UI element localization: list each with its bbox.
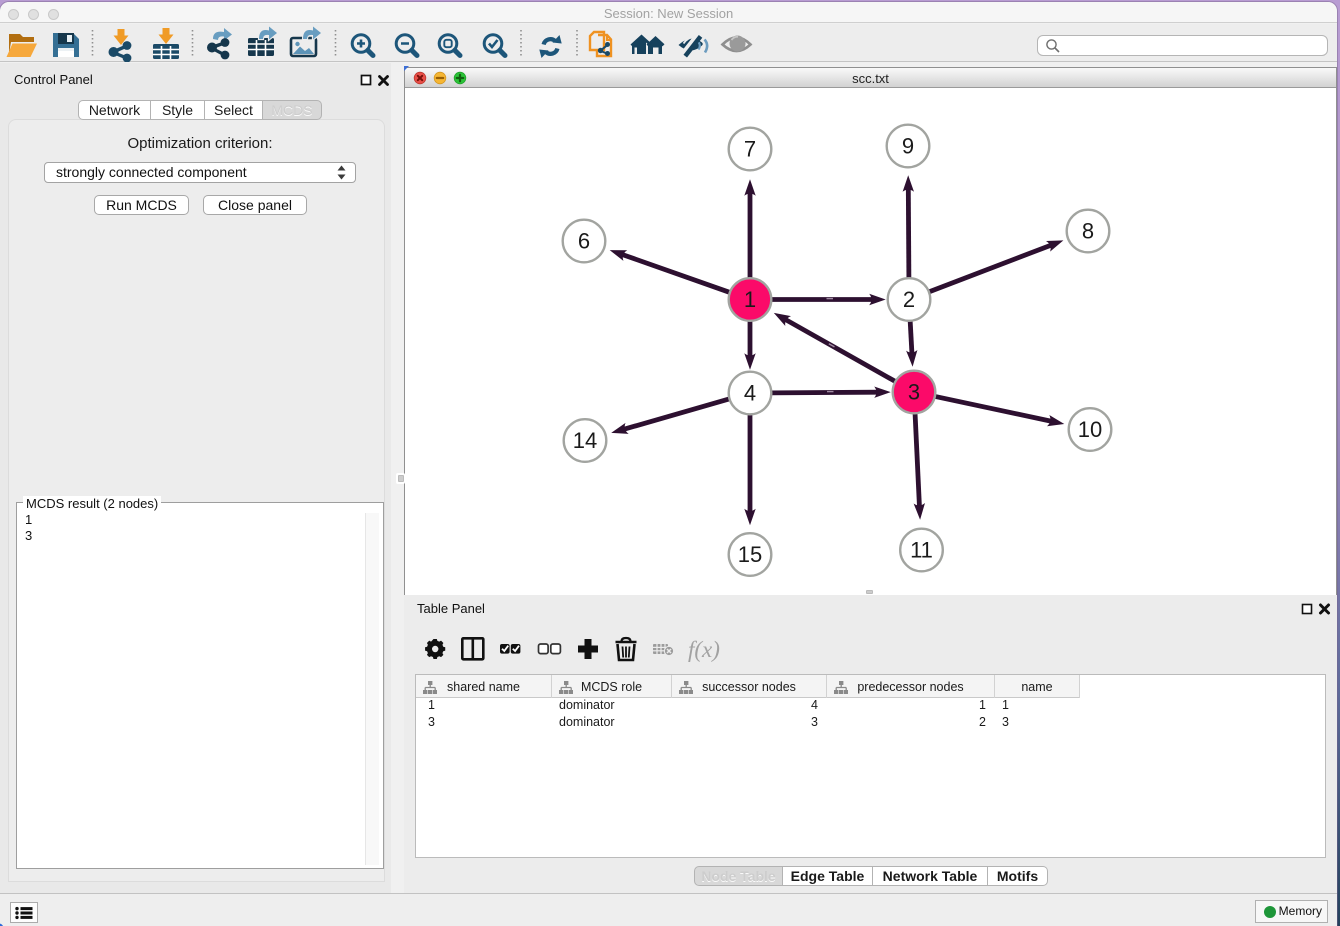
svg-text:7: 7 [744,137,756,162]
svg-text:2: 2 [903,287,915,312]
svg-text:1: 1 [744,287,756,312]
svg-text:14: 14 [573,428,597,453]
svg-text:6: 6 [578,229,590,254]
svg-text:4: 4 [744,381,756,406]
svg-text:10: 10 [1078,417,1102,442]
svg-text:9: 9 [902,134,914,159]
svg-text:15: 15 [738,542,762,567]
svg-text:f(x): f(x) [688,637,720,662]
svg-text:8: 8 [1082,219,1094,244]
svg-text:11: 11 [910,538,933,563]
svg-text:3: 3 [908,380,920,405]
